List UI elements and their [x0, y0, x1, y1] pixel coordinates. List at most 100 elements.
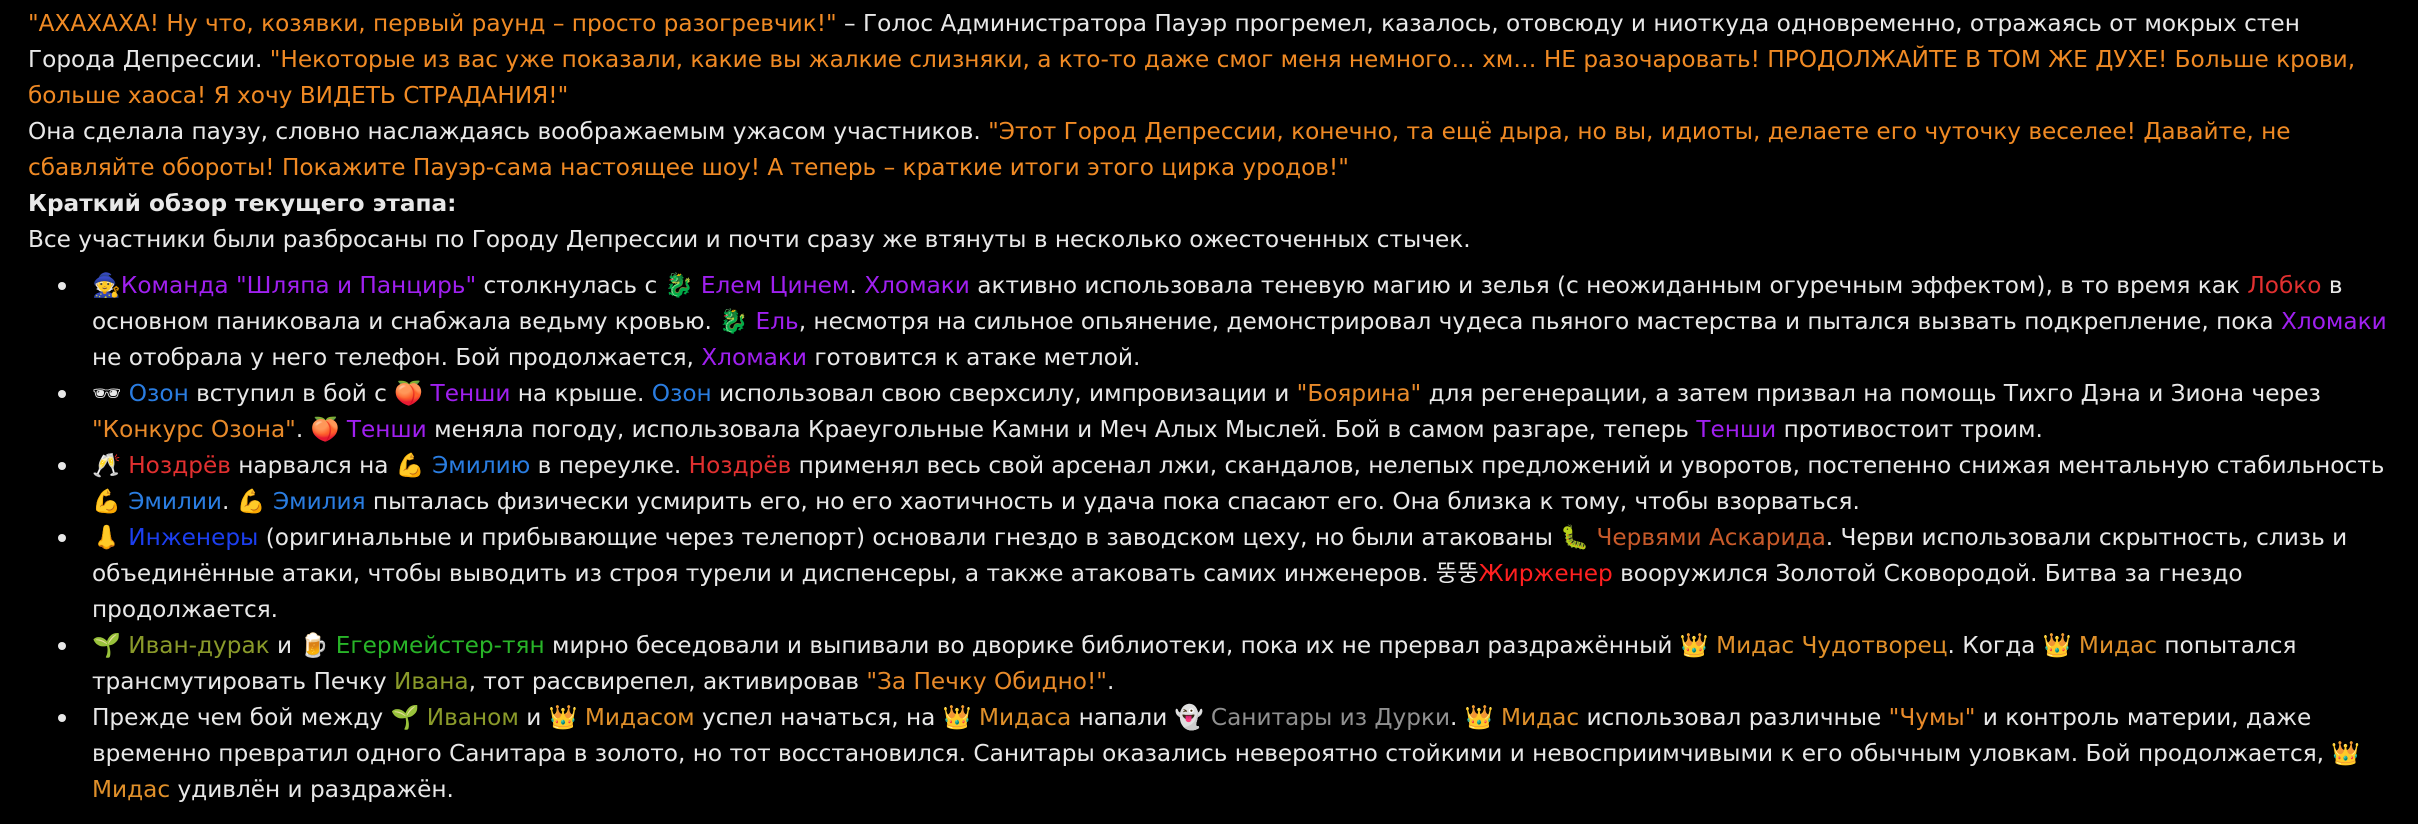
- highlighted-text: Мидас: [92, 776, 171, 803]
- paragraph-2: Краткий обзор текущего этапа:: [28, 186, 2388, 222]
- text-run: , несмотря на сильное опьянение, демонст…: [798, 308, 2282, 335]
- highlighted-text: Ивана: [393, 668, 469, 695]
- highlighted-text: Егермейстер-тян: [328, 632, 545, 659]
- highlighted-text: Ноздрёв: [688, 452, 792, 479]
- highlighted-text: Озон: [651, 380, 712, 407]
- highlighted-text: Эмилии: [120, 488, 222, 515]
- peach-emoji-icon: 🍑: [310, 416, 340, 443]
- ghost-emoji-icon: 👻: [1174, 704, 1204, 731]
- text-run: удивлён и раздражён.: [170, 776, 454, 803]
- paragraph-3: Все участники были разбросаны по Городу …: [28, 222, 2388, 258]
- text-run: противостоит троим.: [1776, 416, 2043, 443]
- list-item: 🌱 Иван-дурак и 🍺 Егермейстер-тян мирно б…: [58, 628, 2388, 700]
- flexed-biceps-emoji-icon: 💪: [395, 452, 425, 479]
- text-run: не отобрала у него телефон. Бой продолжа…: [92, 344, 702, 371]
- text-run: . Когда: [1947, 632, 2043, 659]
- highlighted-text: Иван-дурак: [120, 632, 270, 659]
- highlighted-text: Хломаки: [864, 272, 970, 299]
- text-run: в переулке.: [530, 452, 689, 479]
- text-run: напали: [1071, 704, 1175, 731]
- highlighted-text: "Чумы": [1888, 704, 1976, 731]
- text-run: успел начаться, на: [694, 704, 943, 731]
- text-run: пыталась физически усмирить его, но его …: [365, 488, 1860, 515]
- flexed-biceps-emoji-icon: 💪: [236, 488, 266, 515]
- chat-message-body: "АХАХАХА! Ну что, козявки, первый раунд …: [28, 6, 2388, 808]
- crown-emoji-icon: 👑: [1679, 632, 1709, 659]
- highlighted-text: Команда "Шляпа и Панцирь": [120, 272, 477, 299]
- highlighted-text: Эмилию: [424, 452, 531, 479]
- highlighted-text: Червями Аскарида: [1589, 524, 1826, 551]
- worm-emoji-icon: 🐛: [1560, 524, 1590, 551]
- witch-emoji-icon: 🧙: [92, 272, 121, 299]
- champagne-glasses-emoji-icon: 🥂: [92, 452, 121, 479]
- text-run: .: [295, 416, 311, 443]
- beer-mug-emoji-icon: 🍺: [299, 632, 329, 659]
- highlighted-text: Жирженер: [1478, 560, 1613, 587]
- highlighted-text: Тенши: [339, 416, 427, 443]
- crown-emoji-icon: 👑: [548, 704, 578, 731]
- text-run: .: [849, 272, 865, 299]
- text-run: мирно беседовали и выпивали во дворике б…: [544, 632, 1680, 659]
- crown-emoji-icon: 👑: [2331, 740, 2361, 767]
- highlighted-text: Мидас: [1493, 704, 1580, 731]
- highlighted-text: Хломаки: [701, 344, 807, 371]
- text-run: столкнулась с: [476, 272, 665, 299]
- highlighted-text: "Конкурс Озона": [92, 416, 296, 443]
- list-item: Прежде чем бой между 🌱 Иваном и 👑 Мидасо…: [58, 700, 2388, 808]
- highlighted-text: Мидас: [2071, 632, 2157, 659]
- dragon-emoji-icon: 🐉: [719, 308, 749, 335]
- peach-emoji-icon: 🍑: [394, 380, 424, 407]
- text-run: .: [221, 488, 237, 515]
- text-run: применял весь свой арсенал лжи, скандало…: [791, 452, 2385, 479]
- paragraph-1: Она сделала паузу, словно наслаждаясь во…: [28, 114, 2388, 186]
- text-run: использовал различные: [1579, 704, 1889, 731]
- highlighted-text: Хломаки: [2281, 308, 2387, 335]
- text-run: , тот рассвирепел, активировав: [468, 668, 867, 695]
- seedling-emoji-icon: 🌱: [390, 704, 420, 731]
- text-run: активно использовала теневую магию и зел…: [969, 272, 2248, 299]
- list-item: 🕶 Озон вступил в бой с 🍑 Тенши на крыше.…: [58, 376, 2388, 448]
- nose-emoji-icon: 👃: [92, 524, 121, 551]
- highlighted-text: Иваном: [419, 704, 519, 731]
- highlighted-text: Елем Цинем: [693, 272, 850, 299]
- text-run: .: [1450, 704, 1465, 731]
- text-run: и: [269, 632, 300, 659]
- paragraph-0: "АХАХАХА! Ну что, козявки, первый раунд …: [28, 6, 2388, 114]
- crown-emoji-icon: 👑: [1464, 704, 1494, 731]
- text-run: вступил в бой с: [188, 380, 395, 407]
- narrative-paragraphs: "АХАХАХА! Ну что, козявки, первый раунд …: [28, 6, 2388, 258]
- highlighted-text: Лобко: [2247, 272, 2322, 299]
- highlighted-text: Тенши: [423, 380, 511, 407]
- highlighted-text: Санитары из Дурки: [1203, 704, 1451, 731]
- flexed-biceps-emoji-icon: 💪: [92, 488, 121, 515]
- text-run: на крыше.: [510, 380, 652, 407]
- seedling-emoji-icon: 🌱: [92, 632, 121, 659]
- text-run: .: [1106, 668, 1115, 695]
- text-run: меняла погоду, использовала Краеугольные…: [426, 416, 1697, 443]
- text-run: использовал свою сверхсилу, импровизации…: [711, 380, 1297, 407]
- highlighted-text: "АХАХАХА! Ну что, козявки, первый раунд …: [28, 10, 837, 37]
- text-run: готовится к атаке метлой.: [806, 344, 1141, 371]
- text-run: Все участники были разбросаны по Городу …: [28, 226, 1471, 253]
- battle-summary-list: 🧙Команда "Шляпа и Панцирь" столкнулась с…: [28, 268, 2388, 808]
- highlighted-text: Ель: [748, 308, 799, 335]
- list-item: 🥂 Ноздрёв нарвался на 💪 Эмилию в переулк…: [58, 448, 2388, 520]
- highlighted-text: "Некоторые из вас уже показали, какие вы…: [28, 46, 2356, 109]
- korean-glyph-icon: 뚱뚱: [1436, 560, 1479, 587]
- crown-emoji-icon: 👑: [2042, 632, 2072, 659]
- text-run: Она сделала паузу, словно наслаждаясь во…: [28, 118, 989, 145]
- highlighted-text: Мидаса: [971, 704, 1072, 731]
- highlighted-text: Мидас Чудотворец: [1708, 632, 1948, 659]
- highlighted-text: Озон: [121, 380, 189, 407]
- text-run: для регенерации, а затем призвал на помо…: [1421, 380, 2321, 407]
- text-run: Прежде чем бой между: [92, 704, 391, 731]
- highlighted-text: Тенши: [1696, 416, 1777, 443]
- text-run: и: [518, 704, 549, 731]
- highlighted-text: "За Печку Обидно!": [866, 668, 1107, 695]
- list-item: 👃 Инженеры (оригинальные и прибывающие ч…: [58, 520, 2388, 628]
- section-heading: Краткий обзор текущего этапа:: [28, 190, 457, 217]
- highlighted-text: Инженеры: [120, 524, 259, 551]
- dragon-emoji-icon: 🐉: [664, 272, 694, 299]
- list-item: 🧙Команда "Шляпа и Панцирь" столкнулась с…: [58, 268, 2388, 376]
- highlighted-text: "Боярина": [1296, 380, 1422, 407]
